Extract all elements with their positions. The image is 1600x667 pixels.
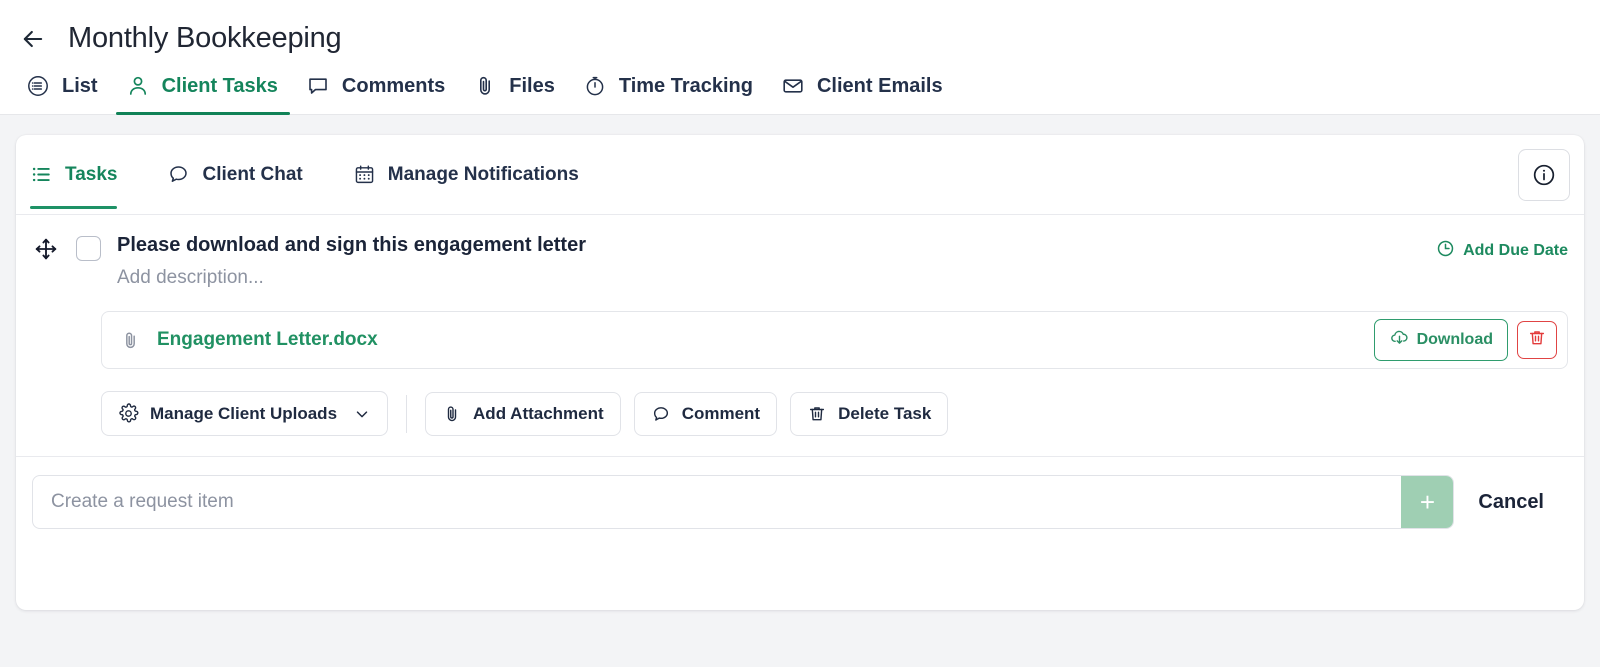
manage-client-uploads-button[interactable]: Manage Client Uploads	[101, 391, 389, 436]
add-request-button[interactable]: +	[1401, 476, 1454, 528]
envelope-icon	[781, 74, 805, 98]
card-tab-client-chat[interactable]: Client Chat	[167, 141, 326, 208]
create-request-input[interactable]	[33, 476, 1402, 528]
add-due-date-button[interactable]: Add Due Date	[1436, 239, 1568, 263]
task-text-group: Please download and sign this engagement…	[117, 233, 1420, 289]
task-description-placeholder[interactable]: Add description...	[117, 267, 1420, 289]
main-tab-bar: List Client Tasks Comments Files Time Tr…	[0, 64, 1600, 115]
tab-list[interactable]: List	[16, 64, 116, 114]
tab-files[interactable]: Files	[463, 64, 573, 114]
comment-icon	[306, 74, 330, 98]
tab-client-emails-label: Client Emails	[816, 74, 943, 97]
page-title: Monthly Bookkeeping	[68, 22, 342, 55]
tab-client-tasks-label: Client Tasks	[161, 74, 278, 97]
comment-button[interactable]: Comment	[633, 391, 778, 436]
tab-files-label: Files	[509, 74, 555, 97]
create-input-group: +	[32, 475, 1455, 529]
arrow-left-icon[interactable]	[16, 22, 50, 56]
card-tab-client-chat-label: Client Chat	[202, 163, 303, 185]
paperclip-icon	[120, 330, 141, 351]
delete-task-button[interactable]: Delete Task	[790, 391, 949, 436]
card-tab-bar: Tasks Client Chat Manage Notifications	[16, 135, 1584, 215]
task-action-bar: Manage Client Uploads Add Attachment Com…	[101, 391, 1568, 436]
task-row: Please download and sign this engagement…	[16, 215, 1584, 457]
user-icon	[126, 74, 150, 98]
gear-icon	[118, 403, 139, 424]
list-circle-icon	[26, 74, 50, 98]
tab-comments-label: Comments	[341, 74, 446, 97]
tab-time-tracking[interactable]: Time Tracking	[573, 64, 771, 114]
add-due-date-label: Add Due Date	[1463, 242, 1568, 259]
task-title: Please download and sign this engagement…	[117, 234, 586, 256]
cloud-download-icon	[1389, 327, 1410, 353]
attachment-row: Engagement Letter.docx Download	[101, 311, 1568, 369]
attachment-actions: Download	[1373, 319, 1557, 361]
comment-label: Comment	[681, 403, 761, 423]
trash-icon	[1527, 328, 1547, 353]
chevron-down-icon	[353, 405, 371, 423]
chat-bubble-icon	[167, 163, 190, 186]
paperclip-icon	[473, 74, 497, 98]
action-divider	[406, 394, 408, 433]
tab-client-emails[interactable]: Client Emails	[771, 64, 961, 114]
client-tasks-card: Tasks Client Chat Manage Notifications P	[16, 135, 1584, 610]
tab-time-tracking-label: Time Tracking	[618, 74, 753, 97]
clock-icon	[1436, 239, 1455, 263]
move-arrows-icon[interactable]	[32, 235, 60, 263]
card-tab-manage-notifications[interactable]: Manage Notifications	[353, 141, 603, 208]
task-checkbox[interactable]	[76, 236, 101, 261]
delete-attachment-button[interactable]	[1517, 321, 1557, 359]
manage-client-uploads-label: Manage Client Uploads	[150, 403, 338, 423]
trash-icon	[807, 404, 827, 424]
paperclip-icon	[442, 404, 462, 424]
card-tab-tasks[interactable]: Tasks	[30, 141, 141, 209]
delete-task-label: Delete Task	[838, 403, 932, 423]
task-header: Please download and sign this engagement…	[32, 233, 1568, 289]
tab-comments[interactable]: Comments	[296, 64, 463, 114]
tab-list-label: List	[62, 74, 98, 97]
add-attachment-button[interactable]: Add Attachment	[425, 391, 621, 436]
create-request-row: + Cancel	[16, 457, 1584, 547]
card-tab-manage-notifications-label: Manage Notifications	[387, 163, 579, 185]
title-row: Monthly Bookkeeping	[0, 0, 1600, 64]
info-circle-icon[interactable]	[1518, 148, 1570, 201]
app-header: Monthly Bookkeeping List Client Tasks Co…	[0, 0, 1600, 115]
add-attachment-label: Add Attachment	[473, 403, 604, 423]
list-bullets-icon	[30, 163, 53, 186]
stopwatch-icon	[583, 74, 607, 98]
comment-icon	[651, 404, 671, 424]
tab-client-tasks[interactable]: Client Tasks	[115, 64, 296, 115]
card-tab-tasks-label: Tasks	[65, 163, 118, 185]
cancel-button[interactable]: Cancel	[1454, 490, 1568, 514]
download-label: Download	[1416, 331, 1493, 348]
calendar-icon	[353, 163, 376, 186]
download-button[interactable]: Download	[1373, 319, 1508, 361]
attachment-file-name[interactable]: Engagement Letter.docx	[157, 329, 378, 351]
